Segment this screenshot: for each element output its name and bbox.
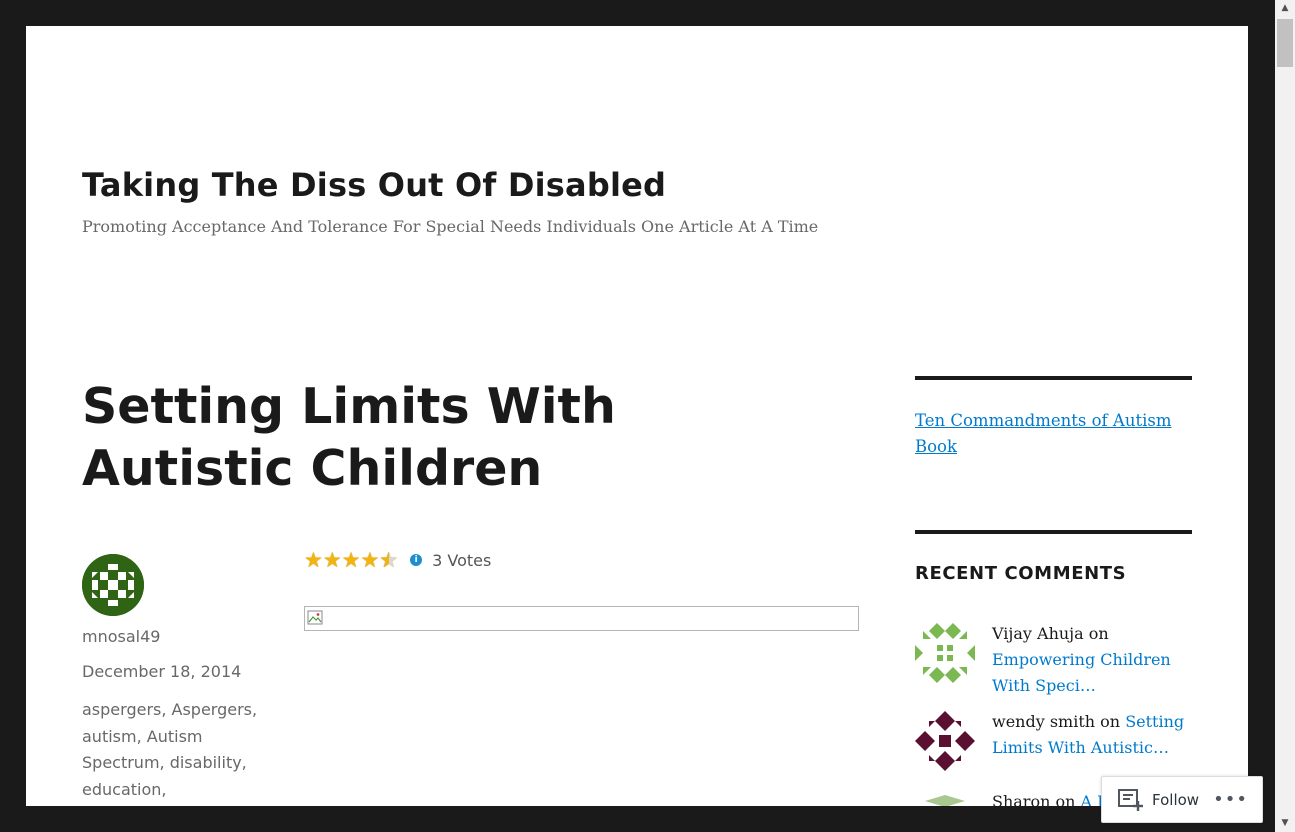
post-image (304, 606, 859, 631)
post-author[interactable]: mnosal49 (82, 627, 160, 646)
site-tagline: Promoting Acceptance And Tolerance For S… (82, 217, 819, 236)
follow-bar: Follow ••• (1101, 776, 1263, 823)
post-title[interactable]: Setting Limits With Autistic Children (82, 376, 702, 500)
scroll-thumb[interactable] (1277, 19, 1293, 67)
widget-divider (915, 376, 1192, 380)
recent-comments-title: RECENT COMMENTS (915, 563, 1127, 584)
scrollbar[interactable]: ▲ ▼ (1275, 0, 1295, 832)
reader-follow-icon[interactable] (1118, 788, 1144, 812)
comment-author: wendy smith on (992, 712, 1126, 731)
star-rating[interactable]: ★ ★ ★ ★ ★ i 3 Votes (304, 550, 492, 571)
scroll-down-arrow-icon[interactable]: ▼ (1275, 815, 1295, 832)
comment-post-link[interactable]: Empowering Children With Speci… (992, 650, 1171, 695)
widget-divider (915, 530, 1192, 534)
post-date[interactable]: December 18, 2014 (82, 662, 241, 681)
site-title[interactable]: Taking The Diss Out Of Disabled (82, 166, 666, 204)
broken-image-icon (307, 610, 323, 625)
votes-count: 3 Votes (432, 550, 492, 570)
comment-author: Sharon on (992, 792, 1081, 806)
half-star-icon[interactable]: ★ (379, 550, 398, 571)
page: Taking The Diss Out Of Disabled Promotin… (26, 26, 1248, 806)
star-icon[interactable]: ★ (360, 550, 379, 571)
more-options-icon[interactable]: ••• (1213, 789, 1248, 810)
follow-button[interactable]: Follow (1152, 791, 1199, 809)
commenter-avatar[interactable] (915, 791, 975, 806)
post-tags[interactable]: aspergers, Aspergers, autism, Autism Spe… (82, 697, 262, 803)
commenter-avatar[interactable] (915, 623, 975, 683)
author-avatar[interactable] (82, 554, 144, 616)
comment-author: Vijay Ahuja on (992, 624, 1109, 643)
scroll-up-arrow-icon[interactable]: ▲ (1275, 0, 1295, 17)
commenter-avatar[interactable] (915, 711, 975, 771)
identicon-icon (82, 554, 144, 616)
sidebar-link-ten-commandments[interactable]: Ten Commandments of Autism Book (915, 408, 1185, 460)
star-icon[interactable]: ★ (323, 550, 342, 571)
star-icon[interactable]: ★ (304, 550, 323, 571)
info-icon[interactable]: i (410, 554, 423, 566)
star-icon[interactable]: ★ (342, 550, 361, 571)
